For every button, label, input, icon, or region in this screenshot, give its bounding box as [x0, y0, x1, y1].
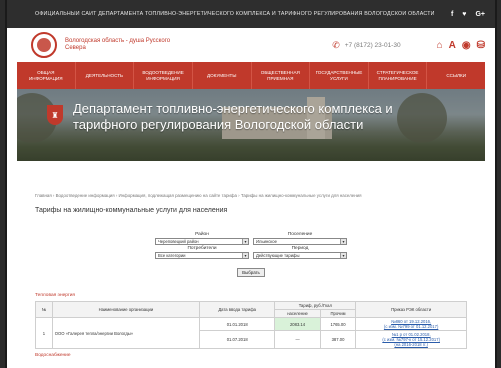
phone-icon: ✆	[332, 39, 340, 50]
vk-icon[interactable]: ♥	[462, 11, 466, 18]
consumer-label: Потребители	[187, 246, 217, 251]
phone-number: +7 (8172) 23-01-30	[344, 41, 401, 49]
region-emblem-icon[interactable]	[31, 32, 57, 58]
nav-item-activity[interactable]: Деятельность	[76, 62, 135, 89]
nav-item-strategic-planning[interactable]: Стратегическое планирование	[369, 62, 428, 89]
home-icon[interactable]: ⌂	[437, 40, 443, 51]
nav-item-documents[interactable]: Документы	[193, 62, 252, 89]
region-logo-text[interactable]: Вологодская область - душа Русского Севе…	[65, 38, 185, 53]
col-number: №	[35, 301, 53, 318]
col-organization: Наименование организации	[51, 301, 201, 318]
district-select[interactable]: Череповецкий район ▾	[155, 238, 249, 245]
google-plus-icon[interactable]: G+	[475, 11, 485, 18]
department-title: Департамент топливно-энергетического ком…	[73, 101, 393, 132]
site-header: Вологодская область - душа Русского Севе…	[7, 28, 495, 62]
section-water-supply: Водоснабжение	[35, 353, 71, 358]
phone-contact: ✆ +7 (8172) 23-01-30	[332, 40, 400, 51]
section-heat-energy: Тепловая энергия	[35, 293, 75, 298]
nav-item-public-reception[interactable]: Общественная приемная	[252, 62, 311, 89]
top-bar: Официальный сайт Департамента топливно-э…	[7, 0, 495, 28]
col-other: Прочим	[319, 309, 357, 318]
settlement-select[interactable]: Ильинское ▾	[253, 238, 347, 245]
submit-button[interactable]: Выбрать	[237, 268, 265, 277]
chevron-down-icon: ▾	[340, 239, 346, 244]
facebook-icon[interactable]: f	[451, 11, 453, 18]
order-link[interactable]: (с изм. №799 от 01.12.2017)	[358, 324, 464, 329]
font-size-icon[interactable]: A	[449, 40, 456, 51]
chevron-down-icon: ▾	[242, 253, 248, 258]
sitemap-icon[interactable]: ⛁	[477, 40, 485, 51]
table-row: 1 ООО «Галерея тепла/энергии Вологды» 01…	[35, 317, 467, 349]
district-label: Район	[195, 232, 209, 237]
organization-name: ООО «Галерея тепла/энергии Вологды»	[51, 317, 201, 349]
tariff-table: № Наименование организации Дата ввода та…	[35, 301, 467, 349]
period-label: Период	[291, 246, 309, 251]
site-label: Официальный сайт Департамента топливно-э…	[35, 11, 435, 17]
accessibility-eye-icon[interactable]: ◉	[462, 40, 471, 51]
period-select[interactable]: Действующие тарифы ▾	[253, 252, 347, 259]
order-link[interactable]: (на 2016-2018 гг.)	[358, 342, 464, 347]
chevron-down-icon: ▾	[340, 253, 346, 258]
nav-item-water-info[interactable]: Водоотведение информация	[134, 62, 193, 89]
chevron-down-icon: ▾	[242, 239, 248, 244]
nav-item-links[interactable]: Ссылки	[427, 62, 485, 89]
nav-item-general-info[interactable]: Общая информация	[17, 62, 76, 89]
main-content: Главная › Водоотведение информация › Инф…	[17, 193, 485, 358]
col-effective-date: Дата ввода тарифа	[198, 301, 276, 318]
consumer-select[interactable]: Все категории ▾	[155, 252, 249, 259]
hero-banner: ♜ Департамент топливно-энергетического к…	[17, 89, 485, 161]
coat-of-arms-icon: ♜	[47, 105, 63, 125]
nav-item-state-services[interactable]: Государственные услуги	[310, 62, 369, 89]
col-population: население	[274, 309, 321, 318]
main-nav: Общая информация Деятельность Водоотведе…	[17, 62, 485, 89]
breadcrumb[interactable]: Главная › Водоотведение информация › Инф…	[35, 193, 467, 198]
page-title: Тарифы на жилищно-коммунальные услуги дл…	[35, 207, 228, 214]
social-links: f ♥ G+	[451, 11, 485, 18]
col-tariff: Тариф, руб./Гкал	[274, 301, 357, 310]
page-frame: Официальный сайт Департамента топливно-э…	[5, 0, 497, 368]
header-tools: ⌂ A ◉ ⛁	[437, 40, 485, 51]
tariff-filters: Район Поселение Череповецкий район ▾ Иль…	[35, 232, 467, 259]
col-order: Приказ РЭК области	[355, 301, 467, 318]
settlement-label: Поселение	[287, 232, 313, 237]
